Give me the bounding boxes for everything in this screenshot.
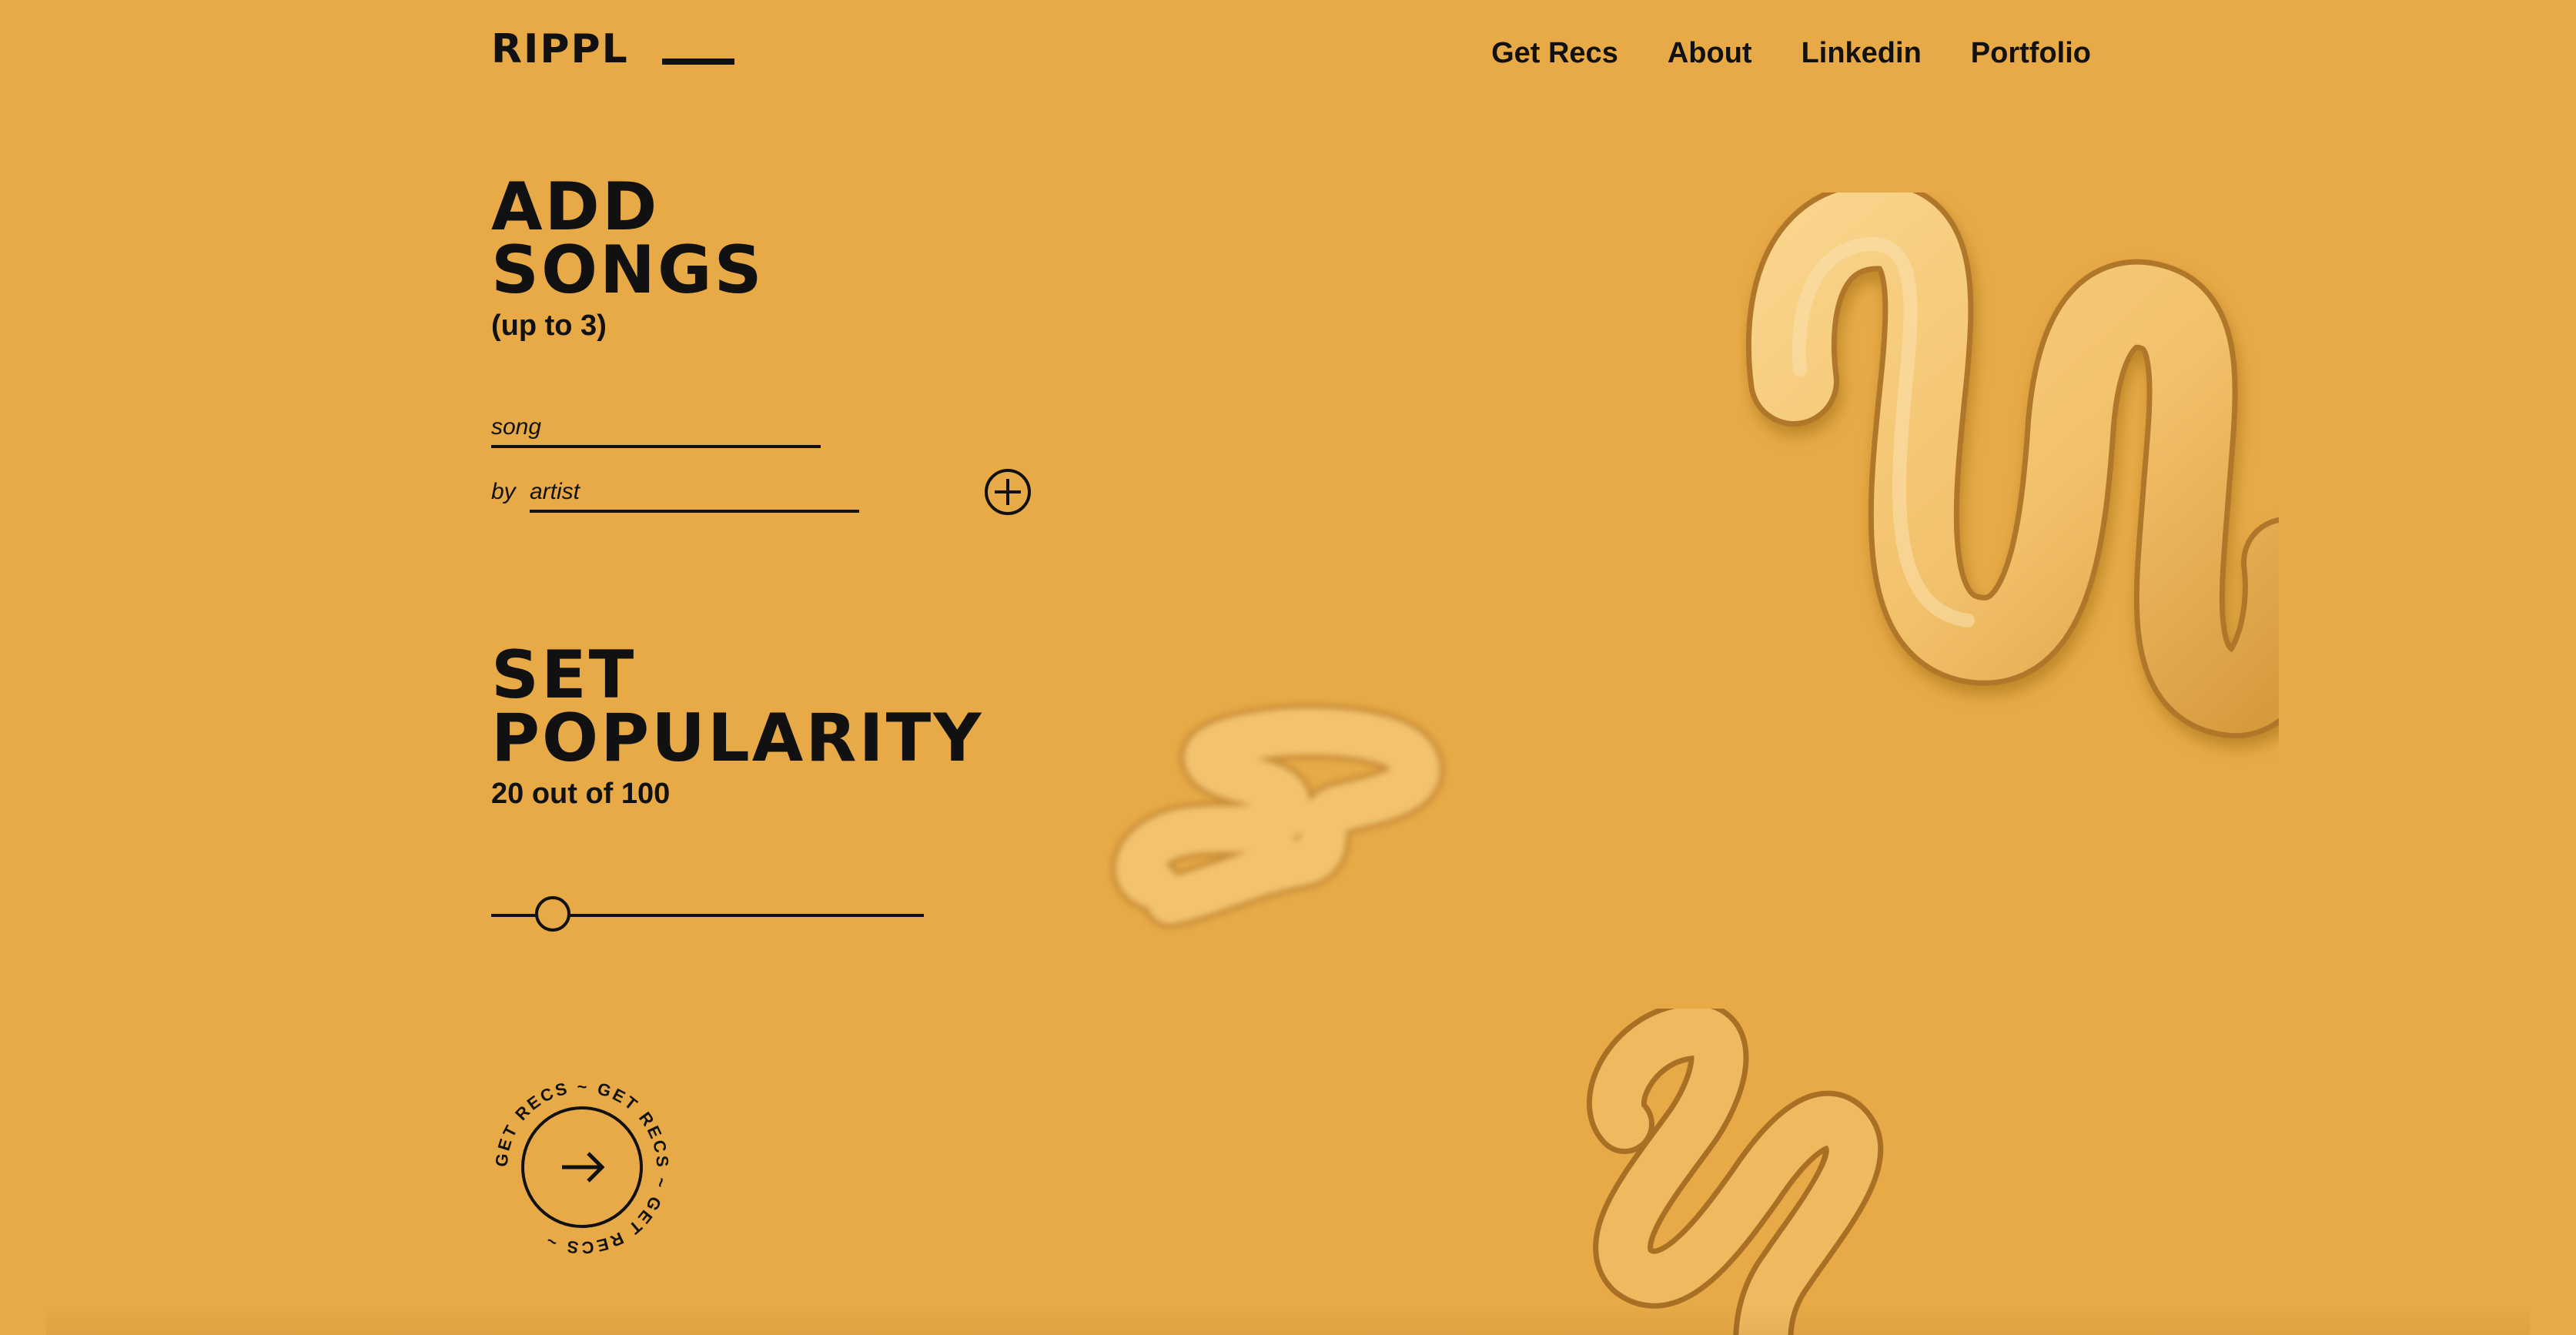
top-nav: Get Recs About Linkedin Portfolio — [1491, 37, 2091, 70]
logo-text: RIPPL — [491, 26, 629, 72]
page-background: RIPPL Get Recs About Linkedin Portfolio … — [0, 0, 2576, 1335]
nav-link-get-recs[interactable]: Get Recs — [1491, 37, 1618, 70]
squiggle-bottom-decoration — [1587, 1009, 1884, 1335]
nav-link-about[interactable]: About — [1668, 37, 1752, 70]
squiggle-large-decoration — [1745, 192, 2279, 738]
add-songs-title-line2: SONGS — [491, 232, 764, 309]
plus-circle-icon — [985, 469, 1031, 515]
popularity-slider-thumb[interactable] — [535, 896, 570, 932]
get-recs-button[interactable]: GET RECS ~ GET RECS ~ GET RECS ~ — [491, 1076, 673, 1258]
popularity-value-text: 20 out of 100 — [491, 778, 671, 810]
song-input[interactable] — [491, 414, 821, 448]
arrow-right-icon — [562, 1152, 605, 1183]
bottom-shadow — [46, 1304, 2530, 1335]
logo-underline — [662, 59, 734, 65]
artist-input[interactable] — [530, 479, 859, 513]
add-songs-title-line1: ADD — [491, 169, 660, 246]
nav-link-linkedin[interactable]: Linkedin — [1802, 37, 1922, 70]
popularity-title-line1: SET — [491, 637, 637, 714]
get-recs-ring: GET RECS ~ GET RECS ~ GET RECS ~ — [492, 1077, 671, 1257]
nav-link-portfolio[interactable]: Portfolio — [1971, 37, 2091, 70]
add-song-button[interactable] — [984, 468, 1032, 516]
add-songs-subtitle: (up to 3) — [491, 309, 607, 342]
squiggle-blurred-decoration — [1111, 704, 1444, 928]
rippl-logo[interactable]: RIPPL — [491, 26, 734, 72]
by-label: by — [491, 479, 516, 504]
popularity-title-line2: POPULARITY — [491, 700, 984, 777]
